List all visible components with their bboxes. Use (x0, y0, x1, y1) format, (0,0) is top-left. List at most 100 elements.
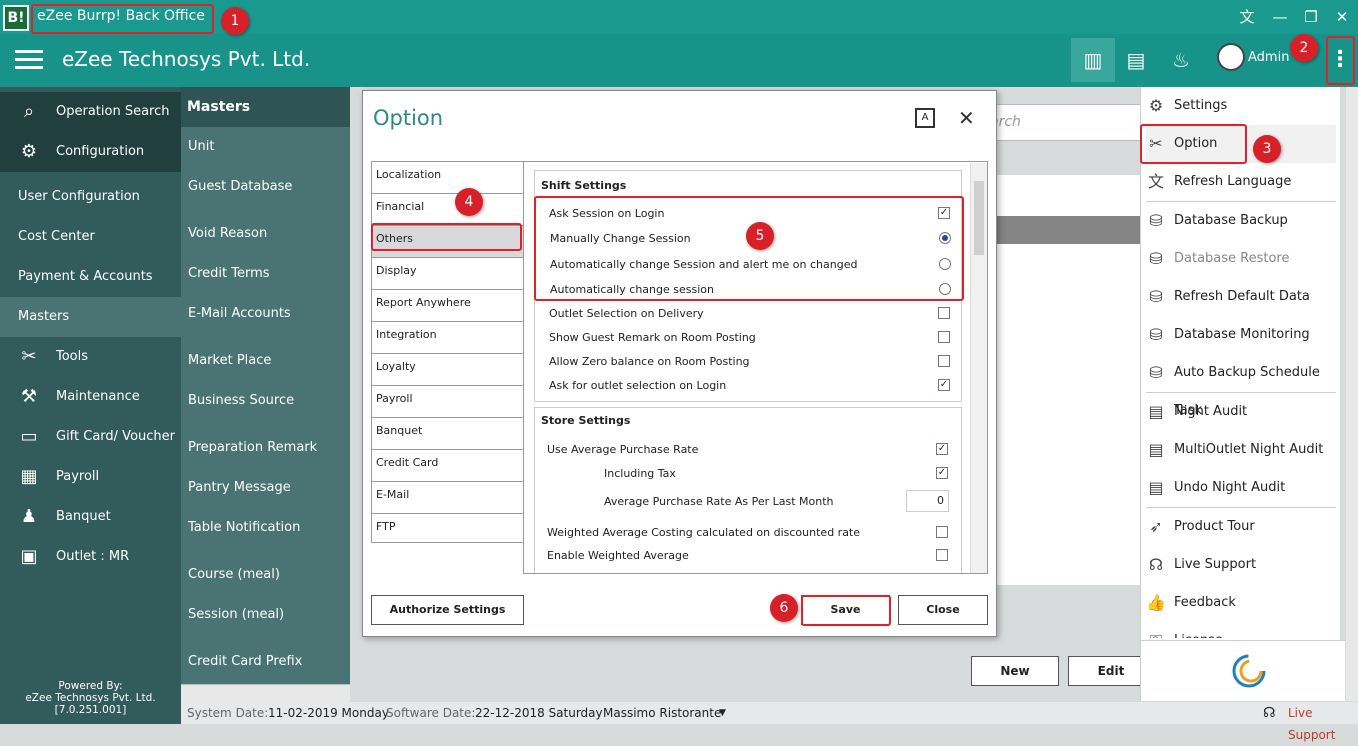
kitchen-icon[interactable]: ♨ (1159, 38, 1203, 82)
nav-maintenance[interactable]: ⚒ Maintenance (0, 377, 181, 417)
app-logo: B! (3, 5, 29, 31)
menu-undo-night-audit[interactable]: ▤ Undo Night Audit (1146, 469, 1336, 507)
scroll-thumb[interactable] (974, 181, 984, 255)
software-date-label: Software Date: (386, 706, 476, 720)
nav-payroll[interactable]: ▦ Payroll (0, 457, 181, 497)
masters-item[interactable]: Preparation Remark (181, 440, 350, 455)
masters-item[interactable]: E-Mail Accounts (181, 306, 350, 321)
nav-user-configuration[interactable]: User Configuration (0, 177, 181, 217)
tab-integration[interactable]: Integration (372, 322, 523, 354)
menu-refresh-default-data[interactable]: ⛁ Refresh Default Data (1146, 278, 1336, 316)
menu-product-tour[interactable]: ➶ Product Tour (1146, 508, 1336, 546)
translate-icon[interactable]: 文 (1236, 7, 1258, 27)
system-date-label: System Date: (187, 706, 269, 720)
menu-scrollbar[interactable] (1346, 87, 1358, 701)
option-label: Outlet Selection on Delivery (549, 307, 704, 320)
masters-item[interactable]: Credit Terms (181, 266, 350, 281)
outlet-icon: ▣ (20, 546, 38, 567)
nav-tools[interactable]: ✂ Tools (0, 337, 181, 377)
option-label: Use Average Purchase Rate (547, 443, 699, 456)
nav-configuration[interactable]: ⚙ Configuration (0, 132, 181, 172)
tab-ftp[interactable]: FTP (372, 514, 523, 546)
options-scrollbar[interactable] (970, 163, 987, 573)
masters-item[interactable]: Credit Card Prefix (181, 654, 350, 669)
new-button[interactable]: New (971, 656, 1059, 686)
selected-row[interactable] (985, 216, 1145, 244)
tab-email[interactable]: E-Mail (372, 482, 523, 514)
masters-item[interactable]: Business Source (181, 393, 350, 408)
outlet-selector[interactable]: Massimo Ristorante (603, 702, 721, 724)
brand-logo-area (1141, 640, 1345, 701)
masters-horizontal-scrollbar[interactable] (181, 684, 350, 702)
live-support-link[interactable]: Live Support (1288, 702, 1358, 746)
menu-settings[interactable]: ⚙ Settings (1146, 87, 1336, 125)
nav-operation-search[interactable]: ⌕ Operation Search (0, 92, 181, 132)
nav-gift-card[interactable]: ▭ Gift Card/ Voucher (0, 417, 181, 457)
tab-report-anywhere[interactable]: Report Anywhere (372, 290, 523, 322)
audit-icon: ▤ (1148, 440, 1164, 459)
close-icon[interactable]: ✕ (958, 106, 975, 130)
tab-payroll[interactable]: Payroll (372, 386, 523, 418)
guest-remark-checkbox[interactable] (938, 331, 950, 343)
translate-icon[interactable]: A (915, 108, 935, 128)
menu-license[interactable]: ⚿License (1146, 622, 1336, 638)
masters-item[interactable]: Guest Database (181, 179, 350, 194)
nav-cost-center[interactable]: Cost Center (0, 217, 181, 257)
menu-database-restore[interactable]: ⛁ Database Restore (1146, 240, 1336, 278)
month-rate-input[interactable]: 0 (906, 490, 949, 512)
including-tax-checkbox[interactable]: ✓ (936, 467, 948, 479)
outlet-delivery-checkbox[interactable] (938, 307, 950, 319)
hamburger-menu-icon[interactable] (15, 50, 43, 70)
database-icon: ⛁ (1149, 325, 1163, 344)
search-input[interactable]: arch (985, 104, 1145, 141)
chart-icon[interactable]: ▥ (1071, 38, 1115, 82)
chevron-down-icon[interactable]: ▼ (719, 702, 726, 724)
option-label: Ask for outlet selection on Login (549, 379, 727, 392)
menu-refresh-language[interactable]: 文 Refresh Language (1146, 163, 1336, 201)
menu-live-support[interactable]: ☊ Live Support (1146, 546, 1336, 584)
nav-masters[interactable]: Masters (0, 297, 181, 337)
menu-database-backup[interactable]: ⛁ Database Backup (1146, 202, 1336, 240)
menu-multioutlet-night-audit[interactable]: ▤ MultiOutlet Night Audit (1146, 431, 1336, 469)
masters-item[interactable]: Table Notification (181, 520, 350, 535)
close-button[interactable]: Close (898, 595, 988, 625)
report-icon[interactable]: ▤ (1114, 38, 1158, 82)
avg-purchase-checkbox[interactable]: ✓ (936, 443, 948, 455)
rocket-icon: ➶ (1149, 517, 1163, 536)
tab-credit-card[interactable]: Credit Card (372, 450, 523, 482)
menu-night-audit[interactable]: ▤ Night Audit (1146, 393, 1336, 431)
tab-financial[interactable]: Financial (372, 194, 523, 226)
close-window-icon[interactable]: ✕ (1331, 7, 1353, 27)
software-date-value: 22-12-2018 Saturday (475, 706, 603, 720)
authorize-settings-button[interactable]: Authorize Settings (371, 595, 524, 625)
masters-item[interactable]: Course (meal) (181, 567, 350, 582)
menu-auto-backup[interactable]: ⛁ Auto Backup Schedule Task (1146, 354, 1336, 418)
tab-banquet[interactable]: Banquet (372, 418, 523, 450)
nav-payment-accounts[interactable]: Payment & Accounts (0, 257, 181, 297)
admin-user[interactable]: Admin (1248, 50, 1289, 65)
masters-item[interactable]: Market Place (181, 353, 350, 368)
menu-feedback[interactable]: 👍 Feedback (1146, 584, 1336, 622)
option-label: Average Purchase Rate As Per Last Month (604, 495, 834, 508)
restore-icon[interactable]: ❐ (1300, 7, 1322, 27)
weighted-discount-checkbox[interactable] (936, 526, 948, 538)
tab-loyalty[interactable]: Loyalty (372, 354, 523, 386)
masters-item[interactable]: Void Reason (181, 226, 350, 241)
weighted-average-checkbox[interactable] (936, 549, 948, 561)
step-badge-6: 6 (770, 594, 798, 622)
masters-item[interactable]: Unit (181, 139, 350, 154)
minimize-icon[interactable]: — (1269, 7, 1291, 27)
option-label: Allow Zero balance on Room Posting (549, 355, 750, 368)
annotation-box-option (1140, 124, 1247, 164)
user-avatar-icon[interactable] (1217, 43, 1245, 71)
menu-database-monitoring[interactable]: ⛁ Database Monitoring (1146, 316, 1336, 354)
nav-banquet[interactable]: ♟ Banquet (0, 497, 181, 537)
outlet-login-checkbox[interactable]: ✓ (938, 379, 950, 391)
zero-balance-checkbox[interactable] (938, 355, 950, 367)
nav-outlet[interactable]: ▣ Outlet : MR (0, 537, 181, 577)
masters-item[interactable]: Session (meal) (181, 607, 350, 622)
annotation-box-others (371, 223, 522, 251)
tab-display[interactable]: Display (372, 258, 523, 290)
tab-localization[interactable]: Localization (372, 162, 523, 194)
masters-item[interactable]: Pantry Message (181, 480, 350, 495)
